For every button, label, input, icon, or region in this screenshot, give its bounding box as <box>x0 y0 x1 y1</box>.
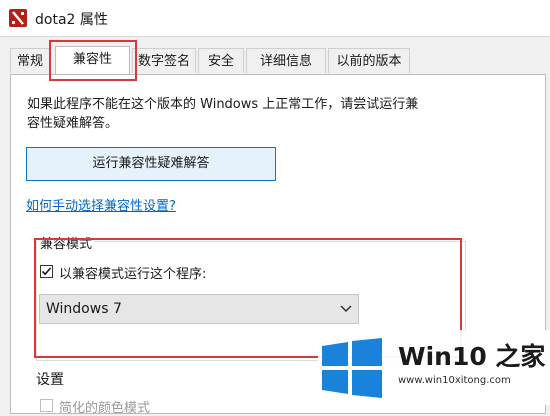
watermark-url: www.win10xitong.com <box>398 375 511 386</box>
windows-logo-icon <box>322 338 382 398</box>
dota2-icon <box>9 9 27 27</box>
reduced-color-label: 简化的颜色模式 <box>59 401 151 416</box>
os-version-select[interactable]: Windows 7 <box>39 294 359 324</box>
compat-description-line2: 容性疑难解答。 <box>27 116 119 131</box>
run-troubleshooter-button[interactable]: 运行兼容性疑难解答 <box>26 147 276 181</box>
reduced-color-checkbox[interactable] <box>40 399 53 412</box>
os-version-value: Windows 7 <box>46 301 122 317</box>
tab-security[interactable]: 安全 <box>198 48 244 73</box>
compat-mode-label: 兼容模式 <box>38 233 95 252</box>
chevron-down-icon <box>340 305 352 313</box>
title-bar: dota2 属性 <box>0 0 550 37</box>
compat-mode-checkbox-label[interactable]: 以兼容模式运行这个程序: <box>59 263 206 282</box>
tab-digital-signatures[interactable]: 数字签名 <box>132 48 196 73</box>
watermark-title: Win10 之家 <box>398 342 546 371</box>
manual-settings-link[interactable]: 如何手动选择兼容性设置? <box>26 195 176 214</box>
tab-previous-versions[interactable]: 以前的版本 <box>328 48 410 73</box>
tab-general[interactable]: 常规 <box>10 48 50 73</box>
tab-details[interactable]: 详细信息 <box>246 48 326 73</box>
watermark: Win10 之家 www.win10xitong.com <box>318 330 550 405</box>
settings-section-label: 设置 <box>36 372 64 388</box>
compat-description: 如果此程序不能在这个版本的 Windows 上正常工作，请尝试运行兼 容性疑难解… <box>27 95 527 133</box>
window-title: dota2 属性 <box>35 12 108 28</box>
compat-mode-checkbox[interactable] <box>40 265 53 278</box>
checkmark-icon <box>41 267 52 276</box>
tab-compatibility[interactable]: 兼容性 <box>55 46 130 74</box>
compat-description-line1: 如果此程序不能在这个版本的 Windows 上正常工作，请尝试运行兼 <box>27 97 419 112</box>
